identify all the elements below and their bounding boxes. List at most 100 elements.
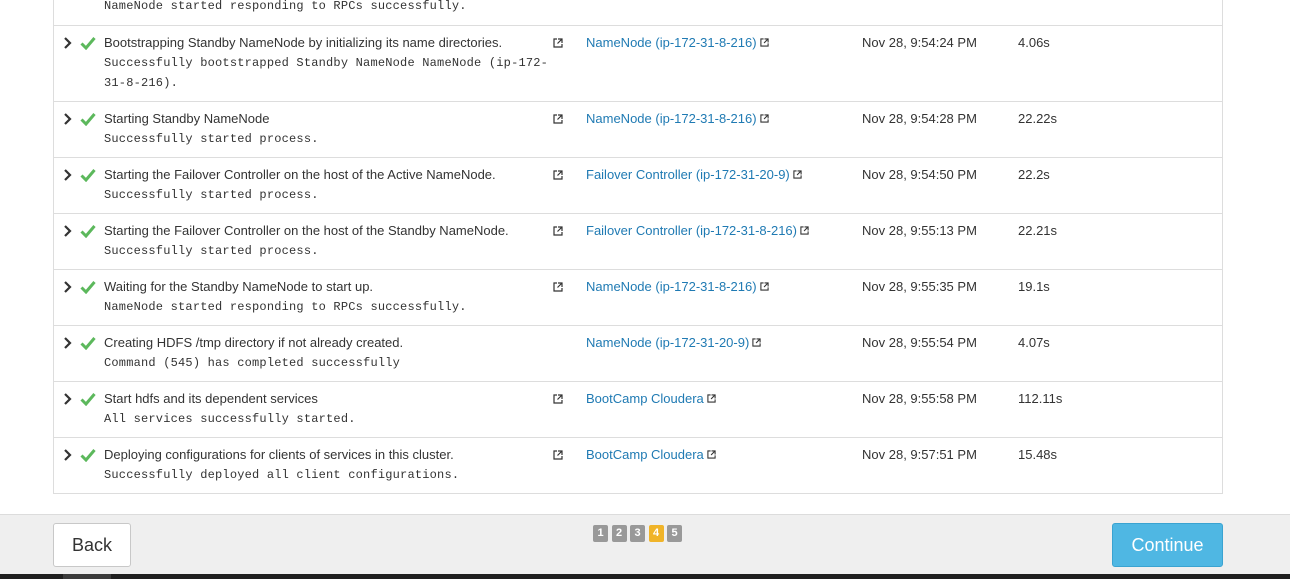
step-title: Creating HDFS /tmp directory if not alre… bbox=[104, 335, 404, 350]
external-link-icon[interactable] bbox=[553, 282, 563, 292]
external-link-icon[interactable] bbox=[553, 226, 563, 236]
duration: 4.07s bbox=[1018, 335, 1050, 350]
duration: 22.22s bbox=[1018, 111, 1058, 126]
checkmark-icon bbox=[80, 37, 96, 50]
start-time: Nov 28, 9:57:51 PM bbox=[862, 447, 977, 462]
context-label[interactable]: BootCamp Cloudera bbox=[586, 447, 704, 462]
chevron-right-icon[interactable] bbox=[63, 37, 73, 49]
wizard-step-indicator: 12345 bbox=[593, 525, 686, 542]
duration: 15.48s bbox=[1018, 447, 1058, 462]
external-link-icon bbox=[759, 114, 769, 123]
step-title: Starting the Failover Controller on the … bbox=[104, 167, 496, 182]
context-link[interactable]: NameNode (ip-172-31-8-216) bbox=[586, 35, 769, 51]
context-label[interactable]: NameNode (ip-172-31-8-216) bbox=[586, 111, 757, 126]
external-link-icon[interactable] bbox=[553, 394, 563, 404]
context-label[interactable]: Failover Controller (ip-172-31-8-216) bbox=[586, 223, 797, 238]
duration: 19.1s bbox=[1018, 279, 1050, 294]
table-row: Waiting for the Standby NameNode to star… bbox=[54, 269, 1222, 325]
table-row: Bootstrapping Standby NameNode by initia… bbox=[54, 25, 1222, 101]
checkmark-icon bbox=[80, 169, 96, 182]
start-time: Nov 28, 9:54:50 PM bbox=[862, 167, 977, 182]
context-link[interactable]: NameNode (ip-172-31-8-216) bbox=[586, 111, 769, 127]
chevron-right-icon[interactable] bbox=[63, 449, 73, 461]
step-page-1: 1 bbox=[593, 525, 608, 542]
context-label[interactable]: Failover Controller (ip-172-31-20-9) bbox=[586, 167, 790, 182]
checkmark-icon bbox=[80, 225, 96, 238]
start-time: Nov 28, 9:54:24 PM bbox=[862, 35, 977, 50]
external-link-icon[interactable] bbox=[553, 114, 563, 124]
checkmark-icon bbox=[80, 393, 96, 406]
taskbar-strip bbox=[0, 574, 1290, 579]
checkmark-icon bbox=[80, 281, 96, 294]
start-time: Nov 28, 9:55:58 PM bbox=[862, 391, 977, 406]
external-link-icon[interactable] bbox=[553, 450, 563, 460]
context-label[interactable]: NameNode (ip-172-31-8-216) bbox=[586, 279, 757, 294]
context-label[interactable]: BootCamp Cloudera bbox=[586, 391, 704, 406]
chevron-right-icon[interactable] bbox=[63, 225, 73, 237]
step-message: Successfully started process. bbox=[104, 244, 319, 258]
external-link-icon bbox=[759, 282, 769, 291]
checkmark-icon bbox=[80, 337, 96, 350]
checkmark-icon bbox=[80, 449, 96, 462]
step-page-2: 2 bbox=[611, 525, 627, 542]
checkmark-icon bbox=[80, 113, 96, 126]
step-page-4-current: 4 bbox=[648, 525, 664, 542]
step-title: Bootstrapping Standby NameNode by initia… bbox=[104, 35, 503, 50]
chevron-right-icon[interactable] bbox=[63, 113, 73, 125]
step-message: Successfully started process. bbox=[104, 132, 319, 146]
external-link-icon bbox=[707, 394, 716, 403]
chevron-right-icon[interactable] bbox=[63, 169, 73, 181]
step-title: Starting the Failover Controller on the … bbox=[104, 223, 509, 238]
step-message: Command (545) has completed successfully bbox=[104, 356, 401, 370]
context-link[interactable]: Failover Controller (ip-172-31-8-216) bbox=[586, 223, 809, 239]
step-message: All services successfully started. bbox=[104, 412, 356, 426]
context-link[interactable]: Failover Controller (ip-172-31-20-9) bbox=[586, 167, 802, 183]
step-page-5: 5 bbox=[667, 525, 682, 542]
chevron-right-icon[interactable] bbox=[63, 281, 73, 293]
back-button[interactable]: Back bbox=[53, 523, 131, 567]
context-link[interactable]: NameNode (ip-172-31-8-216) bbox=[586, 279, 769, 295]
external-link-icon bbox=[800, 226, 809, 235]
step-message: Successfully deployed all client configu… bbox=[104, 468, 460, 482]
context-label[interactable]: NameNode (ip-172-31-8-216) bbox=[586, 35, 757, 50]
table-row: Starting Standby NameNode Successfully s… bbox=[54, 101, 1222, 157]
context-link[interactable]: BootCamp Cloudera bbox=[586, 391, 716, 407]
table-row: Starting the Failover Controller on the … bbox=[54, 213, 1222, 269]
external-link-icon bbox=[793, 170, 802, 179]
table-row: Creating HDFS /tmp directory if not alre… bbox=[54, 325, 1222, 381]
context-link[interactable]: NameNode (ip-172-31-20-9) bbox=[586, 335, 761, 351]
chevron-right-icon[interactable] bbox=[63, 337, 73, 349]
external-link-icon bbox=[752, 338, 761, 347]
step-message: NameNode started responding to RPCs succ… bbox=[104, 300, 467, 314]
chevron-right-icon[interactable] bbox=[63, 393, 73, 405]
table-row: NameNode started responding to RPCs succ… bbox=[54, 0, 1222, 25]
external-link-icon bbox=[707, 450, 716, 459]
step-page-3: 3 bbox=[630, 525, 645, 542]
step-message: Successfully bootstrapped Standby NameNo… bbox=[104, 56, 549, 90]
start-time: Nov 28, 9:55:54 PM bbox=[862, 335, 977, 350]
duration: 4.06s bbox=[1018, 35, 1050, 50]
wizard-footer: Back 12345 Continue bbox=[0, 514, 1290, 574]
table-row: Starting the Failover Controller on the … bbox=[54, 157, 1222, 213]
step-message: Successfully started process. bbox=[104, 188, 319, 202]
table-row: Start hdfs and its dependent services Al… bbox=[54, 381, 1222, 437]
duration: 22.2s bbox=[1018, 167, 1050, 182]
command-steps-table: NameNode started responding to RPCs succ… bbox=[53, 0, 1223, 494]
table-row: Deploying configurations for clients of … bbox=[54, 437, 1222, 493]
continue-button[interactable]: Continue bbox=[1112, 523, 1223, 567]
step-title: Start hdfs and its dependent services bbox=[104, 391, 318, 406]
start-time: Nov 28, 9:55:13 PM bbox=[862, 223, 977, 238]
step-message: NameNode started responding to RPCs succ… bbox=[104, 0, 467, 13]
step-title: Waiting for the Standby NameNode to star… bbox=[104, 279, 374, 294]
step-title: Deploying configurations for clients of … bbox=[104, 447, 454, 462]
context-label[interactable]: NameNode (ip-172-31-20-9) bbox=[586, 335, 749, 350]
external-link-icon bbox=[759, 38, 769, 47]
start-time: Nov 28, 9:55:35 PM bbox=[862, 279, 977, 294]
external-link-icon[interactable] bbox=[553, 170, 563, 180]
context-link[interactable]: BootCamp Cloudera bbox=[586, 447, 716, 463]
step-title: Starting Standby NameNode bbox=[104, 111, 270, 126]
duration: 22.21s bbox=[1018, 223, 1058, 238]
external-link-icon[interactable] bbox=[553, 38, 563, 48]
start-time: Nov 28, 9:54:28 PM bbox=[862, 111, 977, 126]
duration: 112.11s bbox=[1018, 391, 1063, 406]
